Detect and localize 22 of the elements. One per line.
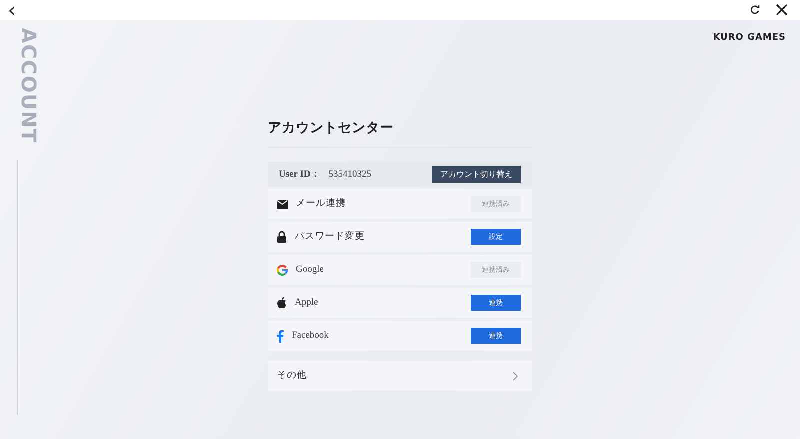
row-label: Apple: [295, 297, 318, 310]
user-id-label: User ID：: [279, 168, 321, 182]
refresh-icon[interactable]: [750, 5, 760, 15]
switch-account-button[interactable]: アカウント切り替え: [432, 166, 521, 184]
brand-logo: KURO GAMES: [713, 32, 786, 45]
google-icon: [277, 264, 288, 276]
apple-icon: [277, 297, 287, 310]
other-label: その他: [277, 369, 307, 384]
mail-icon: [277, 200, 288, 209]
close-icon[interactable]: [776, 4, 788, 16]
back-button[interactable]: ‹: [8, 0, 16, 20]
row-label: Facebook: [292, 330, 329, 344]
row-label: パスワード変更: [295, 230, 365, 244]
user-id-value: 535410325: [328, 168, 372, 182]
page-title: アカウントセンター: [268, 118, 532, 148]
row-label: メール連携: [296, 197, 346, 212]
facebook-icon: [277, 330, 284, 343]
other-row[interactable]: その他: [268, 361, 532, 392]
lock-icon: [277, 231, 287, 244]
chevron-icon: [513, 372, 518, 381]
side-title: ACCOUNT: [16, 28, 42, 144]
row-label: Google: [296, 264, 324, 278]
